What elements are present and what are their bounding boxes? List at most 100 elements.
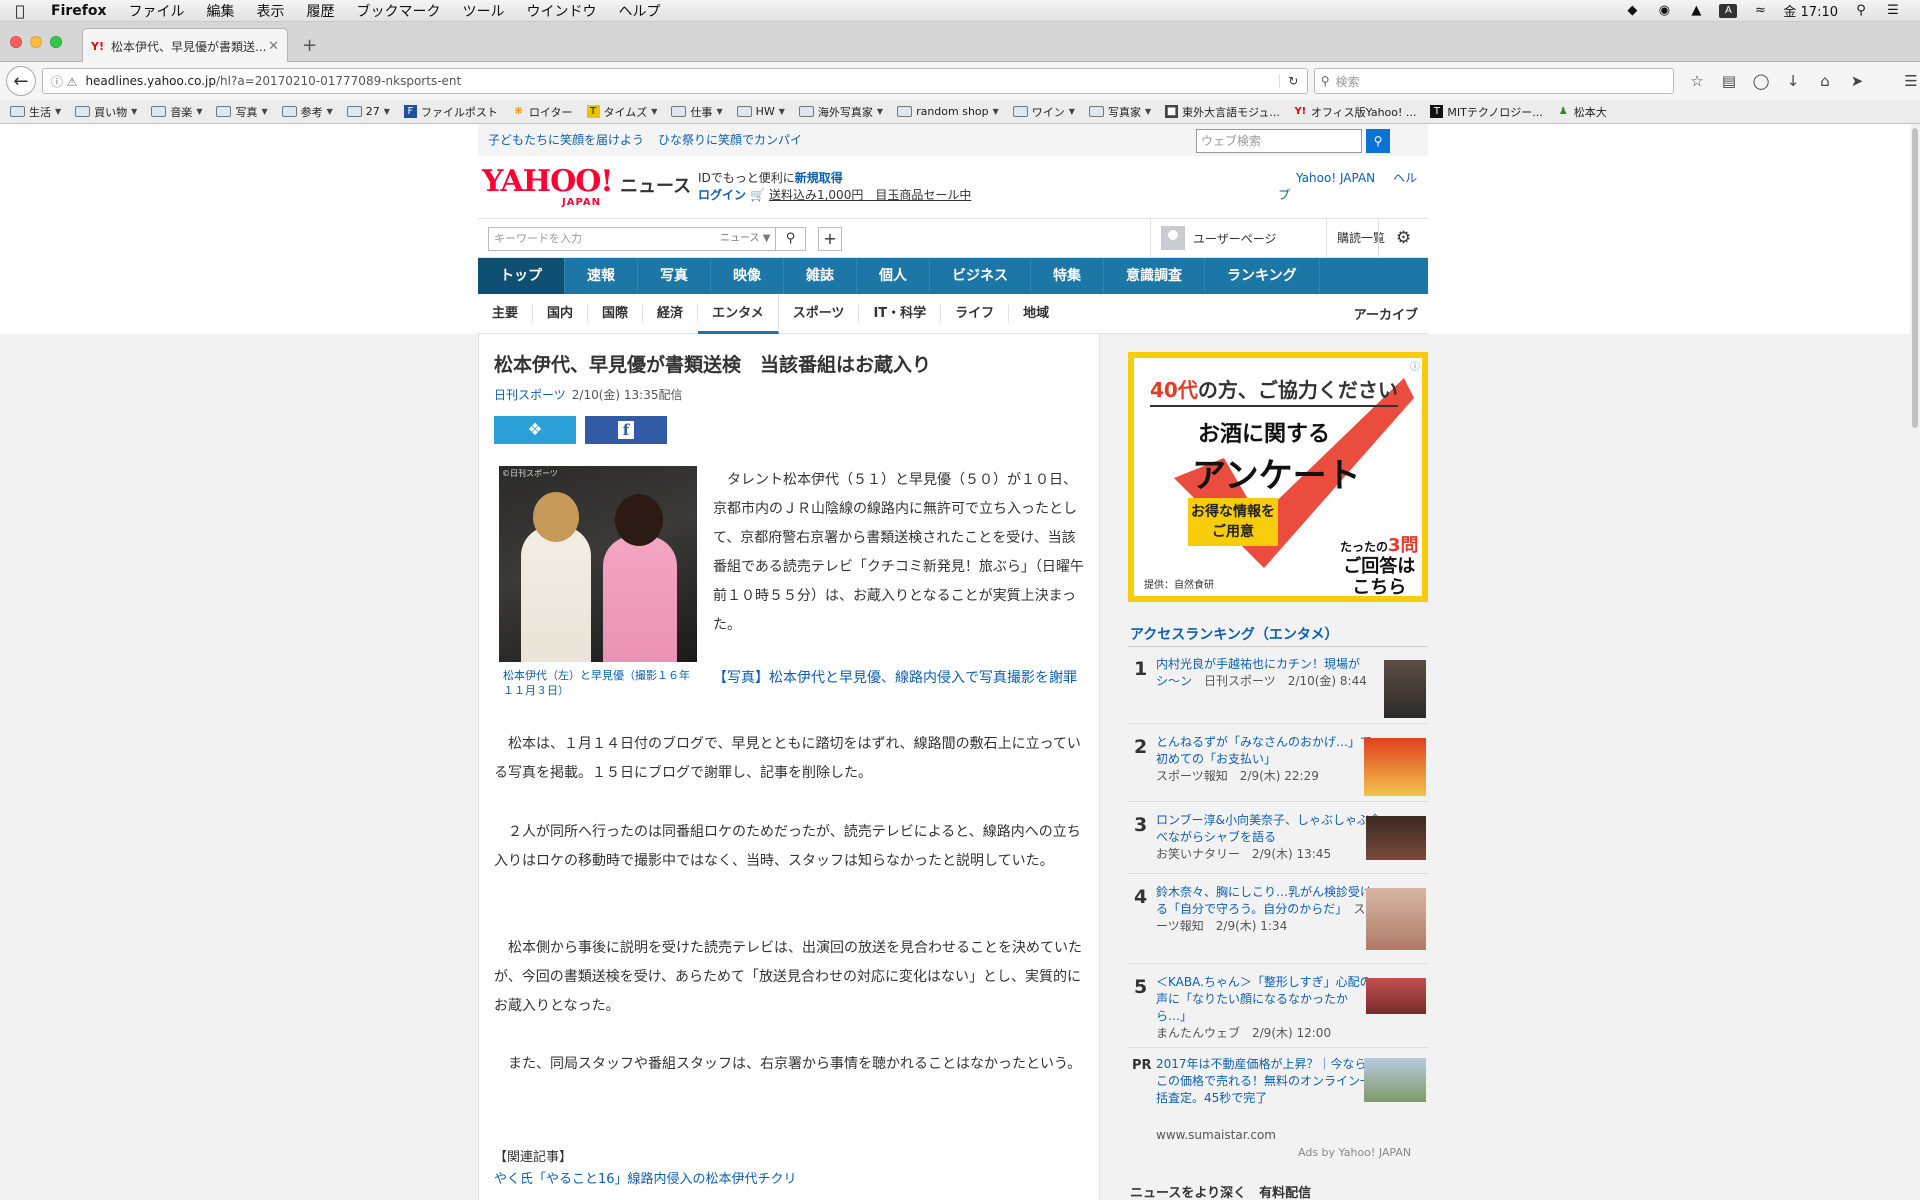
ranking-item[interactable]: 3 ロンブー淳&小向美奈子、しゃぶしゃぶ食べながらシャブを語る お笑いナタリー 2… xyxy=(1128,810,1428,874)
facebook-share-button[interactable]: f xyxy=(585,416,667,444)
reading-list-icon[interactable]: ▤ xyxy=(1720,72,1738,90)
new-tab-button[interactable]: + xyxy=(302,35,317,56)
browser-tab-active[interactable]: Y! 松本伊代、早見優が書類送... ✕ xyxy=(82,28,288,63)
share-icon[interactable]: ➤ xyxy=(1848,72,1866,90)
gear-icon[interactable]: ⚙ xyxy=(1378,219,1428,257)
bookmark-folder[interactable]: 参考 ▼ xyxy=(281,104,333,120)
cat-domestic[interactable]: 国内 xyxy=(533,304,589,323)
bookmark-star-icon[interactable]: ☆ xyxy=(1688,72,1706,90)
menu-app-firefox[interactable]: Firefox xyxy=(40,3,118,19)
bookmark-site[interactable]: ♟ 松本大 xyxy=(1557,104,1607,120)
back-button[interactable]: ← xyxy=(6,66,36,96)
bookmark-folder[interactable]: 写真 ▼ xyxy=(216,104,268,120)
bookmark-site[interactable]: Y! オフィス版Yahoo! ... xyxy=(1294,104,1416,120)
nav-survey[interactable]: 意識調査 xyxy=(1104,258,1205,294)
ranking-item[interactable]: 2 とんねるずが「みなさんのおかげ…」で初めての「お支払い」 スポーツ報知 2/9… xyxy=(1128,732,1428,802)
home-icon[interactable]: ⌂ xyxy=(1816,72,1834,90)
bookmark-site[interactable]: T MITテクノロジー... xyxy=(1430,104,1543,120)
article-source-link[interactable]: 日刊スポーツ xyxy=(494,388,566,402)
bookmark-folder[interactable]: 買い物 ▼ xyxy=(75,104,137,120)
nav-magazine[interactable]: 雑誌 xyxy=(784,258,857,294)
bookmark-folder[interactable]: random shop ▼ xyxy=(897,105,999,118)
menu-window[interactable]: ウインドウ xyxy=(516,1,608,21)
dropbox-icon[interactable]: ◆ xyxy=(1623,3,1641,18)
window-minimize-button[interactable] xyxy=(30,36,42,48)
login-link[interactable]: ログイン xyxy=(698,188,746,202)
nav-photo[interactable]: 写真 xyxy=(638,258,711,294)
web-search-button[interactable]: ⚲ xyxy=(1366,129,1390,153)
apple-icon[interactable]:  xyxy=(0,2,40,20)
archive-link[interactable]: アーカイブ xyxy=(1354,304,1428,323)
menu-bookmarks[interactable]: ブックマーク xyxy=(346,1,452,21)
related-article-link[interactable]: やく氏「やること16」線路内侵入の松本伊代チクリ xyxy=(494,1168,797,1187)
url-bar[interactable]: ⓘ ⚠ headlines.yahoo.co.jp/hl?a=20170210-… xyxy=(41,68,1308,94)
page-scrollbar[interactable] xyxy=(1910,124,1920,1200)
plus-button[interactable]: + xyxy=(818,227,842,251)
cat-it-science[interactable]: IT・科学 xyxy=(859,304,942,323)
yahoo-japan-link[interactable]: Yahoo! JAPAN xyxy=(1296,171,1375,185)
user-page-link[interactable]: ユーザーページ xyxy=(1150,219,1287,257)
nav-breaking[interactable]: 速報 xyxy=(565,258,638,294)
bookmark-folder[interactable]: HW ▼ xyxy=(736,105,785,118)
bookmark-site[interactable]: ❋ ロイター xyxy=(512,104,572,120)
nav-feature[interactable]: 特集 xyxy=(1031,258,1104,294)
keyword-search-input[interactable]: キーワードを入力 xyxy=(488,227,720,251)
spotlight-search-icon[interactable]: ⚲ xyxy=(1852,3,1870,18)
wifi-icon[interactable]: ≈ xyxy=(1751,3,1769,18)
survey-ad-banner[interactable]: ⓘ 40代の方、ご協力ください お酒に関する アンケート お得な情報をご用意 提… xyxy=(1128,352,1428,602)
register-link[interactable]: 新規取得 xyxy=(795,171,843,185)
bookmark-site[interactable]: ■ 東外大言語モジュ... xyxy=(1165,104,1280,120)
notification-center-icon[interactable]: ☰ xyxy=(1884,3,1902,18)
downloads-icon[interactable]: ↓ xyxy=(1784,72,1802,90)
promo-link-1[interactable]: 子どもたちに笑顔を届けよう xyxy=(488,133,644,147)
nav-business[interactable]: ビジネス xyxy=(930,258,1031,294)
bookmark-folder[interactable]: 生活 ▼ xyxy=(10,104,61,120)
reload-icon[interactable]: ↻ xyxy=(1278,74,1307,88)
twitter-share-button[interactable]: ❖ xyxy=(494,416,576,444)
input-method-icon[interactable]: A xyxy=(1719,3,1738,18)
sale-link[interactable]: 送料込み1,000円 目玉商品セール中 xyxy=(769,188,971,202)
keyword-search-button[interactable]: ⚲ xyxy=(776,227,806,251)
pocket-icon[interactable]: ◯ xyxy=(1752,72,1770,90)
tab-close-icon[interactable]: ✕ xyxy=(268,39,279,54)
cat-main[interactable]: 主要 xyxy=(478,304,534,323)
ads-by-yahoo[interactable]: Ads by Yahoo! JAPAN xyxy=(1298,1146,1411,1159)
nav-individual[interactable]: 個人 xyxy=(857,258,930,294)
menubar-clock[interactable]: 金 17:10 xyxy=(1783,1,1838,20)
ranking-item[interactable]: 4 鈴木奈々、胸にしこり…乳がん検診受ける「自分で守ろう。自分のからだ」 スポー… xyxy=(1128,882,1428,964)
site-info-icon[interactable]: ⓘ ⚠ xyxy=(51,73,78,90)
promo-link-2[interactable]: ひな祭りに笑顔でカンパイ xyxy=(658,133,802,147)
photo-caption-link[interactable]: 松本伊代（左）と早見優（撮影１６年１１月３日） xyxy=(503,668,697,698)
article-photo-link[interactable]: 【写真】松本伊代と早見優、線路内侵入で写真撮影を謝罪 xyxy=(713,664,1085,693)
menu-tools[interactable]: ツール xyxy=(452,1,516,21)
cat-local[interactable]: 地域 xyxy=(1009,305,1063,323)
nav-top[interactable]: トップ xyxy=(478,258,565,294)
yahoo-news-logo[interactable]: YAHOO! JAPAN ニュース xyxy=(482,164,692,210)
browser-search-input[interactable]: ⚲ 検索 xyxy=(1313,68,1674,94)
bookmark-folder[interactable]: 海外写真家 ▼ xyxy=(798,104,883,120)
bookmark-site[interactable]: F ファイルポスト xyxy=(403,104,498,120)
creative-cloud-icon[interactable]: ◉ xyxy=(1655,3,1673,18)
ranking-item[interactable]: 1 内村光良が手越祐也にカチン！現場がシ〜ン 日刊スポーツ 2/10(金) 8:… xyxy=(1128,654,1428,724)
menu-file[interactable]: ファイル xyxy=(118,1,196,21)
ranking-heading[interactable]: アクセスランキング（エンタメ） xyxy=(1130,624,1338,644)
menu-history[interactable]: 履歴 xyxy=(296,1,346,21)
menu-edit[interactable]: 編集 xyxy=(196,1,246,21)
bookmark-folder[interactable]: 写真家 ▼ xyxy=(1088,104,1151,120)
cat-international[interactable]: 国際 xyxy=(588,304,644,323)
hamburger-menu-icon[interactable]: ☰ xyxy=(1902,72,1920,90)
menu-help[interactable]: ヘルプ xyxy=(608,1,672,21)
ranking-item[interactable]: 5 ＜KABA.ちゃん＞「整形しすぎ」心配の声に「なりたい顔になるなかったから…… xyxy=(1128,972,1428,1048)
scrollbar-thumb[interactable] xyxy=(1912,128,1918,428)
window-close-button[interactable] xyxy=(10,36,22,48)
nav-video[interactable]: 映像 xyxy=(711,258,784,294)
bookmark-folder[interactable]: ワイン ▼ xyxy=(1012,104,1075,120)
wifi-alt-icon[interactable]: ▲ xyxy=(1687,3,1705,18)
bookmark-folder[interactable]: 27 ▼ xyxy=(346,105,390,118)
cat-life[interactable]: ライフ xyxy=(941,304,1010,323)
cat-economy[interactable]: 経済 xyxy=(643,304,699,323)
article-photo[interactable]: ©日刊スポーツ xyxy=(499,466,697,662)
cat-sports[interactable]: スポーツ xyxy=(779,304,860,323)
web-search-input[interactable]: ウェブ検索 xyxy=(1196,129,1362,153)
bookmark-folder[interactable]: 音楽 ▼ xyxy=(151,104,202,120)
